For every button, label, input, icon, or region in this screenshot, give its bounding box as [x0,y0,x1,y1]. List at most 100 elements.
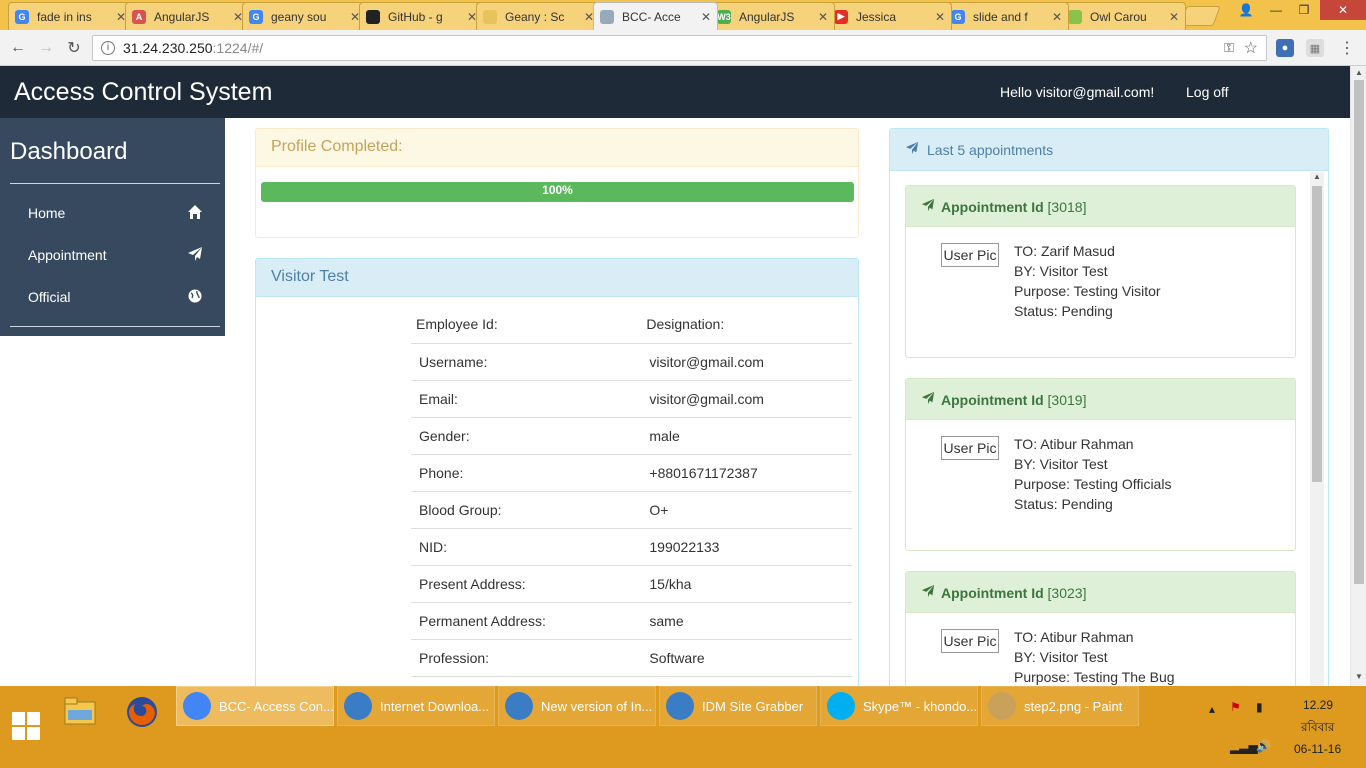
tab-label: fade in ins [37,9,92,24]
page-scroll-thumb[interactable] [1354,80,1364,584]
sidebar-item-appointment[interactable]: Appointment [10,237,220,273]
user-pic-image: User Pic [941,243,999,267]
sidebar-title: Dashboard [10,138,128,165]
taskbar-item[interactable]: step2.png - Paint [981,686,1139,726]
network-signal-icon[interactable]: ▂▃▅ [1230,740,1258,754]
tab-close-icon[interactable]: ✕ [818,10,828,24]
appointments-scroll-thumb[interactable] [1312,186,1322,482]
paper-plane-icon [921,391,937,408]
sidebar-item-home[interactable]: Home [10,195,220,231]
browser-tab[interactable]: Gfade in ins ✕ [8,2,133,30]
app-navbar: Access Control System Hello visitor@gmai… [0,66,1350,118]
battery-icon[interactable]: ▮ [1256,700,1263,714]
back-icon[interactable]: ← [8,38,28,58]
taskbar-item[interactable]: New version of In... [498,686,656,726]
tab-close-icon[interactable]: ✕ [701,10,711,24]
tab-close-icon[interactable]: ✕ [1052,10,1062,24]
tab-label: BCC- Acce [622,9,681,24]
appointment-card[interactable]: Appointment Id [3019] User Pic TO: Atibur … [905,378,1296,551]
taskbar-item[interactable]: Internet Downloa... [337,686,495,726]
browser-tab[interactable]: Owl Carou ✕ [1061,2,1186,30]
clock-date[interactable]: 06-11-16 [1294,742,1341,756]
firefox-icon[interactable] [124,694,164,734]
action-center-flag-icon[interactable]: ⚑ [1230,700,1241,714]
field-label: Gender: [411,417,642,455]
forward-icon[interactable]: → [36,38,56,58]
field-value: Software [641,639,852,677]
paper-plane-icon [921,198,937,215]
table-row: Phone: +8801671172387 [411,454,852,492]
app-brand[interactable]: Access Control System [14,78,272,107]
volume-icon[interactable]: 🔊 [1256,739,1271,753]
app-icon [344,692,372,720]
app-icon [827,692,855,720]
page-scrollbar[interactable]: ▲ ▼ [1350,66,1366,686]
taskbar-item-label: New version of In... [541,698,653,714]
appointment-card[interactable]: Appointment Id [3023] User Pic TO: Atibur … [905,571,1296,686]
tab-close-icon[interactable]: ✕ [935,10,945,24]
browser-tab[interactable]: Ggeany sou ✕ [242,2,367,30]
browser-tab[interactable]: Gslide and f ✕ [944,2,1069,30]
browser-tab[interactable]: A AngularJS ✕ [125,2,250,30]
appointment-id-label: Appointment Id [941,199,1044,215]
hello-user-link[interactable]: Hello visitor@gmail.com! [1000,84,1154,100]
appointment-purpose: Purpose: Testing Visitor [1014,283,1161,299]
clock-day[interactable]: রবিবার [1301,719,1334,739]
bookmark-star-icon[interactable]: ☆ [1244,38,1258,58]
windows-start-icon[interactable] [12,712,40,740]
extension-grid-icon[interactable]: ▦ [1306,39,1324,57]
field-value: visitor@gmail.com [641,343,852,381]
reload-icon[interactable]: ↻ [64,38,84,58]
scroll-up-arrow-icon[interactable]: ▲ [1310,172,1324,181]
paper-plane-icon [921,584,937,601]
info-icon[interactable]: i [101,41,115,55]
scroll-down-arrow-icon[interactable]: ▼ [1351,672,1366,681]
file-explorer-icon[interactable] [62,694,102,734]
taskbar-item[interactable]: IDM Site Grabber [659,686,817,726]
logoff-link[interactable]: Log off [1186,84,1229,100]
minimize-button[interactable]: — [1262,0,1290,20]
profile-progress-bar: 100% [261,182,854,202]
app-icon [183,692,211,720]
taskbar-item[interactable]: Skype™ - khondo... [820,686,978,726]
tab-favicon-icon [600,9,614,24]
browser-tab[interactable]: W3 AngularJS ✕ [710,2,835,30]
appointment-header: Appointment Id [3018] [906,186,1295,227]
appointment-id: [3023] [1047,585,1087,601]
appointment-card[interactable]: Appointment Id [3018] User Pic TO: Zarif M… [905,185,1296,358]
address-bar[interactable]: i 31.24.230.250:1224/#/ ⚿ ☆ [92,35,1267,61]
appointment-status: Status: Pending [1014,303,1113,319]
address-host: 31.24.230.250 [123,40,213,56]
address-path: :1224/#/ [212,40,264,56]
appointment-to: TO: Atibur Rahman [1014,629,1134,645]
clock-time[interactable]: 12.29 [1303,698,1333,712]
appointments-scrollbar[interactable]: ▲ [1310,172,1324,686]
designation-header: Designation: [641,305,852,344]
close-window-button[interactable]: ✕ [1320,0,1366,20]
maximize-button[interactable]: ❐ [1290,0,1318,20]
field-label: Permanent Address: [411,602,642,640]
sidebar-item-official[interactable]: Official [10,279,220,315]
sidebar-item-label: Official [28,289,71,305]
sidebar-divider [10,326,220,327]
field-value: O+ [641,491,852,529]
tab-close-icon[interactable]: ✕ [1169,10,1179,24]
browser-tab[interactable]: Geany : Sc ✕ [476,2,601,30]
extension-icon[interactable]: ● [1276,39,1294,57]
menu-icon[interactable]: ⋮ [1338,39,1356,57]
table-row: NID: 199022133 [411,528,852,566]
browser-tab[interactable]: ▶ Jessica ✕ [827,2,952,30]
tab-favicon-icon [1068,9,1082,24]
appointments-panel: Last 5 appointments Appointment Id [3018… [889,128,1329,686]
browser-tab[interactable]: BCC- Acce ✕ [593,2,718,30]
tab-favicon-icon: ▶ [834,9,848,24]
show-hidden-icons-icon[interactable]: ▴ [1209,702,1215,716]
taskbar-item[interactable]: BCC- Access Con... [176,686,334,726]
field-value: male [641,417,852,455]
browser-tab[interactable]: GitHub - g ✕ [359,2,484,30]
appointments-panel-title: Last 5 appointments [927,142,1054,158]
user-profile-icon[interactable]: 👤 [1232,0,1260,20]
appointment-status: Status: Pending [1014,496,1113,512]
scroll-up-arrow-icon[interactable]: ▲ [1351,68,1366,77]
key-icon[interactable]: ⚿ [1224,40,1234,56]
